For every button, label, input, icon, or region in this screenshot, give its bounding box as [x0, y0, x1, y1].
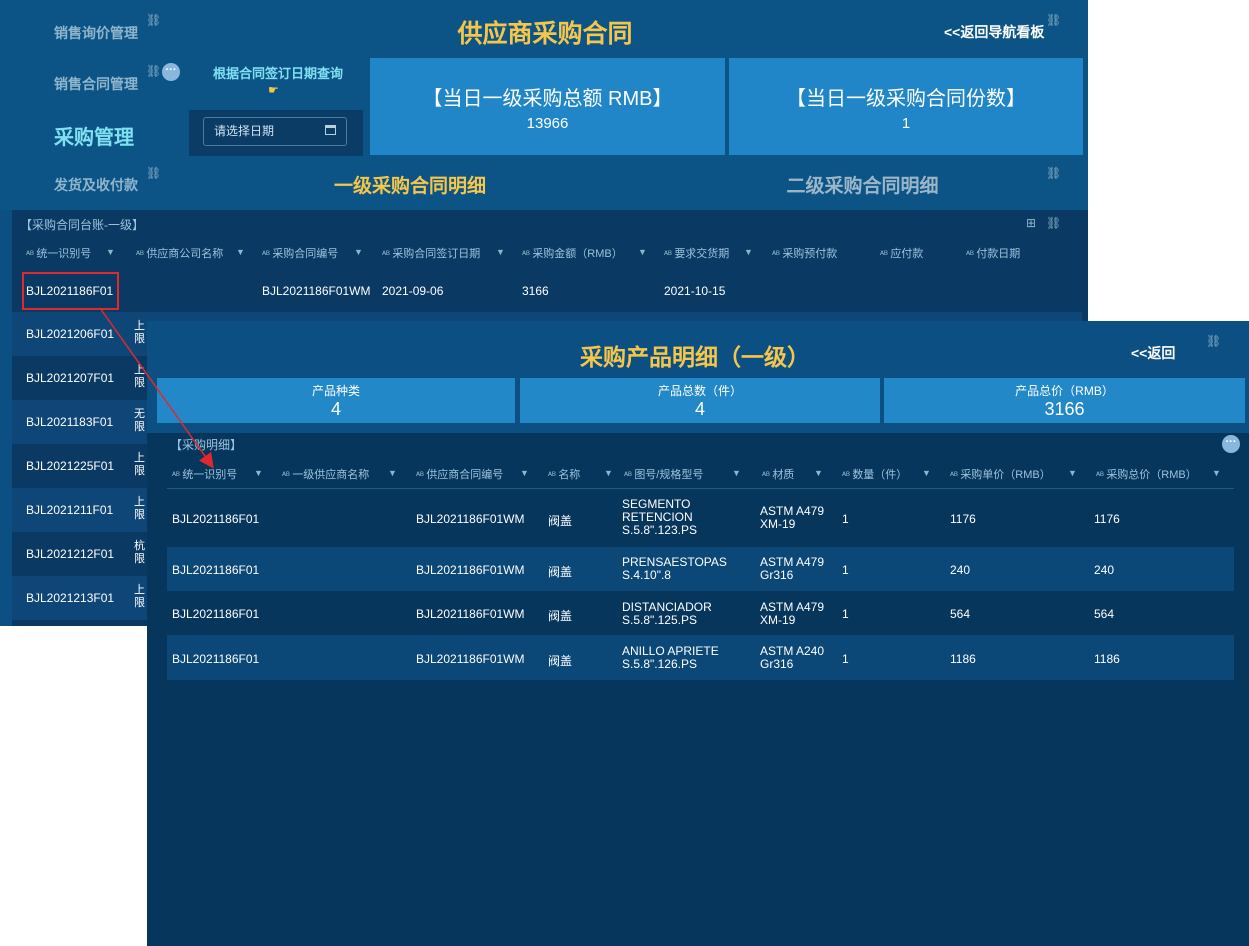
annotation-arrow	[99, 307, 214, 469]
